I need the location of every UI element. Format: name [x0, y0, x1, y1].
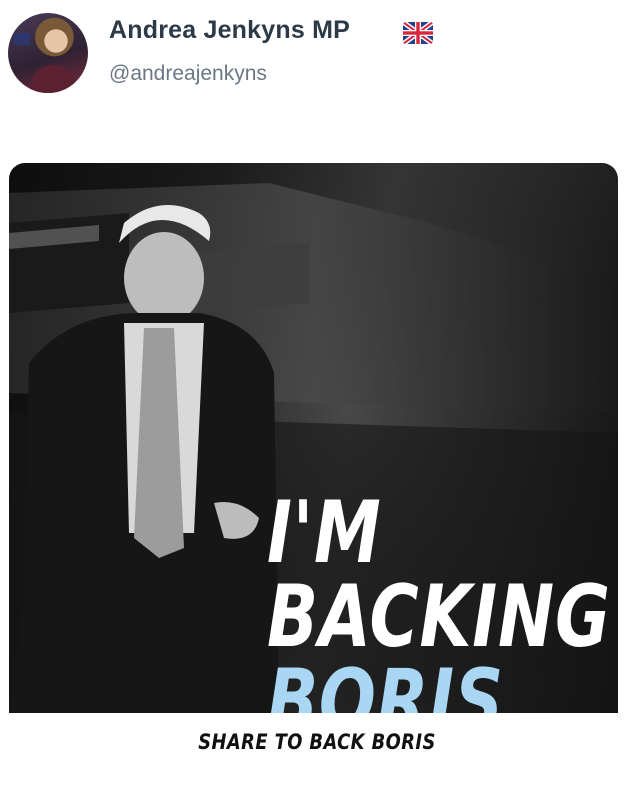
headline-line-3: BORIS: [267, 651, 504, 713]
author-handle[interactable]: @andreajenkyns: [109, 62, 267, 86]
tweet-media-image[interactable]: I'M BACKING BORIS: [9, 163, 618, 713]
avatar-figure: [30, 65, 76, 93]
media-caption: SHARE TO BACK BORIS: [198, 730, 436, 754]
headline-line-1: I'M: [267, 483, 382, 583]
headline-line-2: BACKING: [267, 567, 611, 667]
tweet-header: Andrea Jenkyns MP @andreajenkyns: [0, 0, 634, 100]
avatar[interactable]: [8, 13, 88, 93]
author-name[interactable]: Andrea Jenkyns MP: [109, 16, 350, 45]
avatar-flag-detail: [14, 33, 30, 45]
uk-flag-icon: [403, 22, 433, 44]
campaign-headline: I'M BACKING BORIS: [267, 483, 611, 713]
